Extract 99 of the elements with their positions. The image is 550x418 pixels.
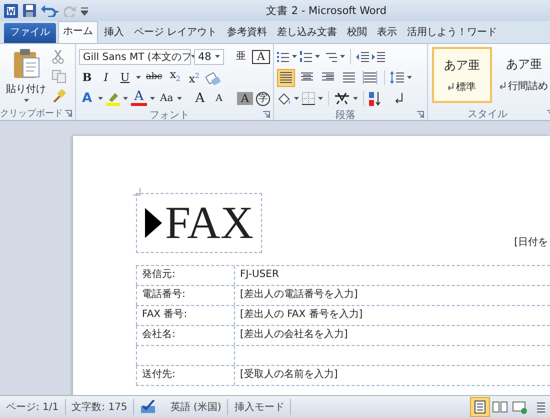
table-cell: [差出人の電話番号を入力]	[234, 286, 550, 305]
font-color-button[interactable]: A	[131, 91, 147, 106]
caret-icon[interactable]	[294, 97, 299, 100]
page-count[interactable]: ページ: 1/1	[0, 400, 65, 414]
caret-icon[interactable]	[292, 55, 297, 58]
table-cell: [受取人の名前を入力]	[234, 366, 550, 385]
font-size-dropdown[interactable]: 48	[194, 48, 224, 64]
eraser-icon[interactable]	[205, 70, 222, 84]
bold-button[interactable]: B	[79, 70, 95, 85]
caret-icon[interactable]	[315, 55, 320, 58]
date-field[interactable]: [日付を	[514, 235, 548, 253]
ribbon-tab[interactable]: 挿入	[100, 23, 128, 43]
character-border-button[interactable]: A	[252, 50, 270, 64]
grow-font-button[interactable]: A	[192, 91, 208, 106]
window-title: 文書 2 - Microsoft Word	[266, 4, 387, 18]
multilevel-list-icon[interactable]	[323, 50, 337, 62]
save-icon[interactable]	[23, 4, 36, 17]
increase-indent-icon[interactable]	[372, 50, 385, 62]
ribbon-tab[interactable]: 活用しよう！ワード	[403, 23, 502, 43]
phonetic-guide-button[interactable]: 亜	[233, 49, 249, 64]
caret-icon[interactable]	[353, 97, 358, 100]
paragraph-mark-icon	[500, 82, 506, 89]
scissors-icon[interactable]	[52, 50, 64, 64]
distributed-button[interactable]	[361, 68, 379, 86]
table-cell: [差出人の FAX 番号を入力]	[234, 306, 550, 325]
caret-icon[interactable]	[318, 97, 323, 100]
caret-icon[interactable]	[177, 97, 182, 100]
bullet-list-icon[interactable]	[277, 50, 289, 62]
align-lines-icon	[363, 71, 377, 84]
enclosed-character-button[interactable]: 字	[256, 92, 270, 106]
script-button[interactable]: x$_{2}$	[167, 67, 184, 88]
margin-corner-icon	[133, 188, 141, 196]
clipboard-icon	[12, 49, 40, 79]
font-name-dropdown[interactable]: Gill Sans MT (本文のフ	[79, 48, 191, 64]
dialog-launcher-icon[interactable]	[65, 110, 72, 117]
character-shading-button[interactable]: A	[237, 92, 253, 105]
sort-icon[interactable]	[369, 92, 382, 106]
insert-mode-indicator[interactable]: 挿入モード	[228, 400, 290, 414]
paste-button[interactable]: 貼り付け	[6, 47, 46, 107]
view-button[interactable]	[470, 397, 490, 417]
table-cell: 発信元:	[136, 266, 234, 285]
paragraph-mark-icon[interactable]	[393, 92, 405, 105]
line-spacing-icon[interactable]	[390, 71, 404, 84]
caret-icon[interactable]	[136, 76, 141, 79]
reading-layout-icon	[492, 399, 508, 415]
ribbon-tab[interactable]: ホーム	[58, 21, 98, 43]
table-cell: FAX 番号:	[136, 306, 234, 325]
table-cell: FJ-USER	[234, 266, 550, 285]
caret-icon[interactable]	[98, 97, 103, 100]
group-label: フォント	[150, 108, 190, 120]
caret-icon[interactable]	[150, 97, 155, 100]
script-button[interactable]: x$^{2}$	[186, 68, 202, 86]
table-cell: 送付先:	[136, 366, 234, 385]
table-cell: [差出人の会社名を入力]	[234, 326, 550, 345]
group-label: クリップボード	[0, 107, 63, 120]
group-label: スタイル	[468, 108, 508, 120]
print-layout-icon	[472, 399, 488, 415]
ribbon-tab[interactable]: 差し込み文書	[273, 23, 342, 43]
language-indicator[interactable]: 英語 (米国)	[164, 400, 228, 414]
paragraph-mark-icon	[448, 83, 454, 90]
ribbon-tab[interactable]: 参考資料	[223, 23, 272, 43]
paint-bucket-icon[interactable]	[277, 92, 291, 105]
align-left-button[interactable]	[277, 68, 295, 86]
ribbon-tab[interactable]: 校閲	[343, 23, 372, 43]
document-title: FAX	[165, 200, 254, 246]
style-gallery-item[interactable]: あア亜 標準	[432, 47, 492, 103]
strikethrough-button[interactable]: abc	[144, 70, 164, 85]
table-cell: 会社名:	[136, 326, 234, 345]
underline-button[interactable]: U	[117, 70, 133, 85]
web-layout-icon	[512, 399, 528, 415]
change-case-button[interactable]: Aa	[158, 91, 174, 106]
file-tab[interactable]: ファイル	[4, 23, 56, 43]
italic-button[interactable]: I	[98, 70, 114, 85]
caret-icon[interactable]	[215, 55, 220, 58]
undo-icon[interactable]	[41, 4, 59, 16]
ribbon-tab[interactable]: 表示	[373, 23, 402, 43]
caret-icon[interactable]	[24, 99, 28, 102]
numbered-list-icon[interactable]	[300, 50, 312, 62]
group-label: 段落	[336, 108, 356, 120]
highlighter-icon[interactable]	[106, 92, 120, 106]
style-gallery-item[interactable]: あア亜 行間詰め	[495, 47, 550, 101]
caret-icon[interactable]	[340, 55, 345, 58]
text-effect-button[interactable]: A	[79, 91, 95, 106]
align-lines-icon	[342, 71, 356, 84]
triangle-icon	[145, 208, 162, 238]
dialog-launcher-icon[interactable]	[417, 111, 424, 118]
word-count[interactable]: 文字数: 175	[66, 400, 134, 414]
customize-icon[interactable]	[81, 6, 88, 16]
decrease-indent-icon[interactable]	[356, 50, 369, 62]
caret-icon[interactable]	[407, 76, 412, 79]
borders-icon[interactable]	[302, 92, 315, 105]
align-lines-icon	[279, 71, 293, 84]
word-logo-icon[interactable]	[4, 4, 18, 18]
table-cell: 電話番号:	[136, 286, 234, 305]
shrink-font-button[interactable]: A	[211, 91, 227, 106]
ribbon-tab[interactable]: ページ レイアウト	[130, 23, 222, 43]
paintbrush-icon[interactable]	[52, 89, 66, 103]
dialog-launcher-icon[interactable]	[263, 111, 270, 118]
caret-icon[interactable]	[123, 97, 128, 100]
